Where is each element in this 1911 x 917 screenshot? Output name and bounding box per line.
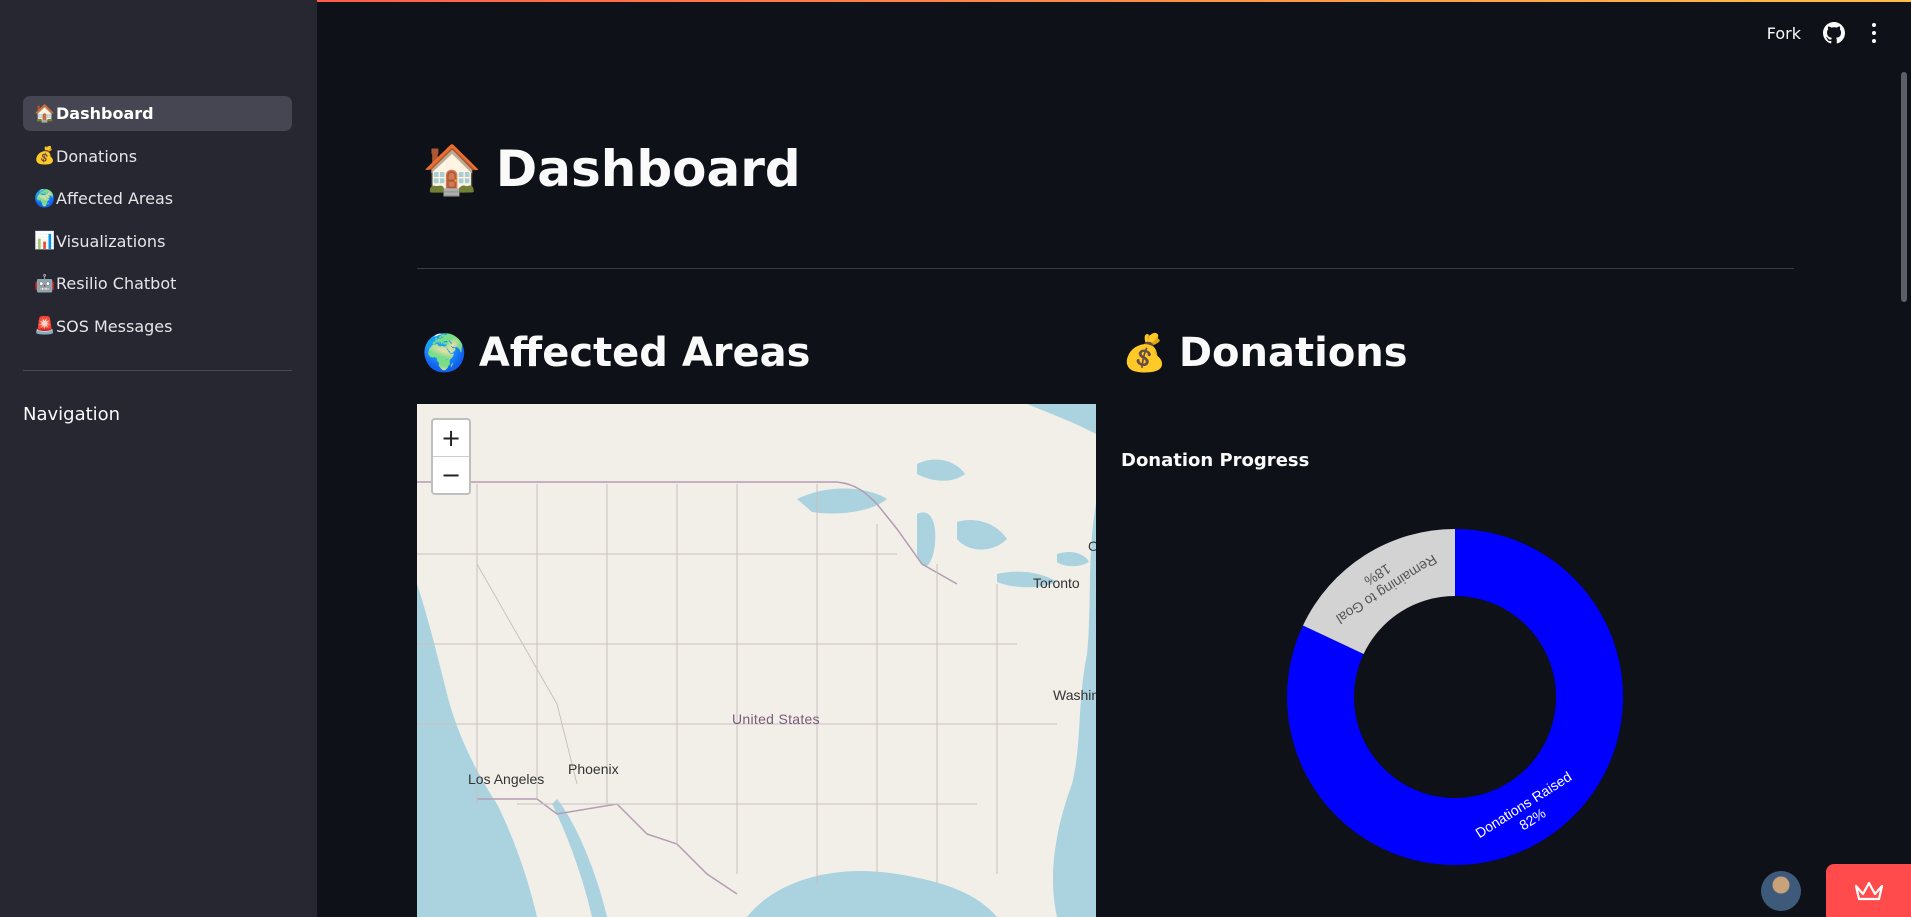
- sidebar-divider: [23, 370, 292, 371]
- streamlit-badge[interactable]: [1826, 864, 1911, 917]
- map-tiles: [417, 404, 1096, 917]
- map-label-united-states: United States: [732, 711, 820, 727]
- sidebar-item-label: Resilio Chatbot: [56, 274, 177, 293]
- sidebar-item-label: Affected Areas: [56, 189, 174, 208]
- sidebar-item-dashboard[interactable]: 🏠 Dashboard: [23, 96, 292, 131]
- sidebar-item-sos-messages[interactable]: 🚨 SOS Messages: [23, 309, 292, 344]
- house-icon: 🏠: [422, 141, 482, 198]
- scrollbar-thumb[interactable]: [1901, 72, 1907, 302]
- globe-icon: 🌍: [422, 333, 467, 374]
- sidebar-item-label: Dashboard: [56, 104, 154, 123]
- map-label-toronto: Toronto: [1033, 575, 1080, 591]
- fork-button[interactable]: Fork: [1767, 24, 1801, 43]
- sidebar-item-affected-areas[interactable]: 🌍 Affected Areas: [23, 181, 292, 216]
- sidebar-nav: 🏠 Dashboard 💰 Donations 🌍 Affected Areas…: [23, 96, 292, 351]
- sidebar-item-visualizations[interactable]: 📊 Visualizations: [23, 224, 292, 259]
- donation-progress-title: Donation Progress: [1121, 450, 1310, 471]
- map-label: O: [1088, 538, 1096, 554]
- money-bag-icon: 💰: [34, 146, 56, 166]
- sidebar-item-donations[interactable]: 💰 Donations: [23, 139, 292, 174]
- affected-areas-map[interactable]: + − O Toronto Washin United States Phoen…: [417, 404, 1096, 917]
- map-label-phoenix: Phoenix: [568, 761, 619, 777]
- top-toolbar: Fork: [1767, 22, 1881, 44]
- page-title-text: Dashboard: [495, 140, 801, 198]
- kebab-menu-icon[interactable]: [1867, 23, 1881, 43]
- sidebar: 🏠 Dashboard 💰 Donations 🌍 Affected Areas…: [0, 0, 317, 917]
- zoom-out-button[interactable]: −: [433, 457, 469, 493]
- robot-icon: 🤖: [34, 273, 56, 294]
- github-icon[interactable]: [1823, 22, 1845, 44]
- donations-heading-text: Donations: [1178, 330, 1408, 376]
- house-icon: 🏠: [34, 103, 56, 124]
- map-label-washington: Washin: [1053, 687, 1096, 703]
- page-title: 🏠 Dashboard: [422, 140, 801, 198]
- affected-areas-heading: 🌍 Affected Areas: [422, 330, 810, 376]
- crown-icon: [1854, 881, 1883, 900]
- main-divider: [417, 268, 1794, 269]
- affected-areas-heading-text: Affected Areas: [478, 330, 811, 376]
- sidebar-section-heading: Navigation: [23, 404, 121, 425]
- sidebar-item-label: Donations: [56, 146, 138, 166]
- siren-icon: 🚨: [34, 316, 56, 336]
- money-bag-icon: 💰: [1122, 333, 1167, 374]
- bar-chart-icon: 📊: [34, 231, 56, 251]
- donation-donut-chart: Donations Raised82%Remaining to Goal18%: [1287, 529, 1623, 865]
- zoom-in-button[interactable]: +: [433, 420, 469, 457]
- sidebar-item-label: Visualizations: [56, 231, 166, 251]
- sidebar-item-resilio-chatbot[interactable]: 🤖 Resilio Chatbot: [23, 266, 292, 301]
- globe-icon: 🌍: [34, 188, 56, 209]
- sidebar-item-label: SOS Messages: [56, 316, 173, 336]
- map-zoom-control: + −: [431, 418, 471, 495]
- avatar[interactable]: [1761, 871, 1801, 911]
- donations-heading: 💰 Donations: [1122, 330, 1408, 376]
- map-label-los-angeles: Los Angeles: [468, 771, 545, 787]
